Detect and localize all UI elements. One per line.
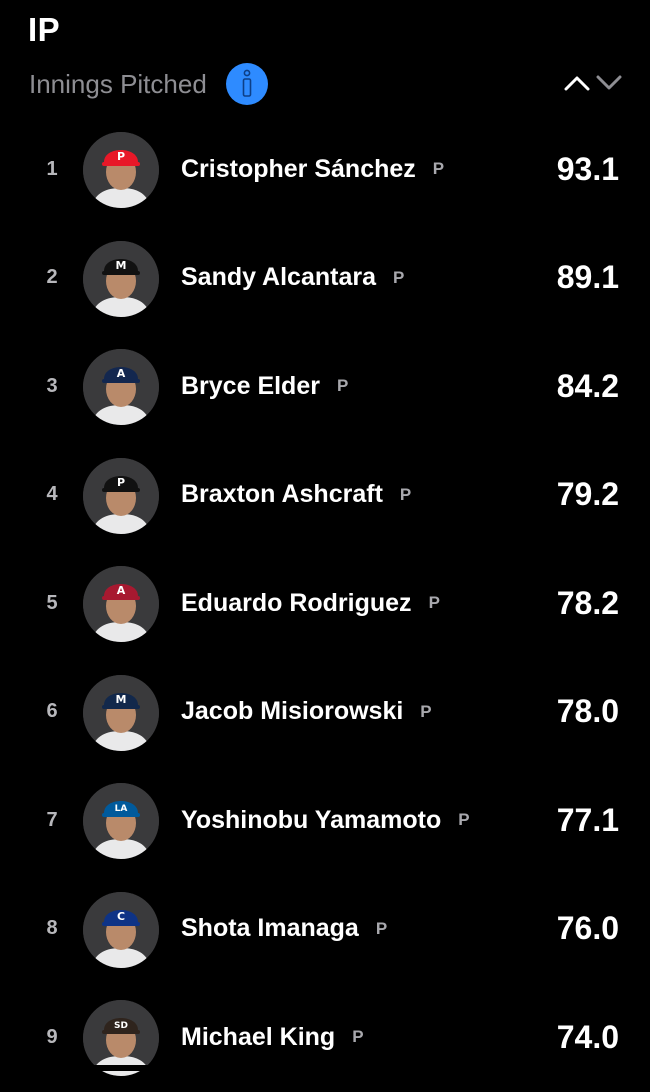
player-position: P bbox=[428, 593, 440, 612]
stat-value: 78.0 bbox=[556, 693, 619, 729]
player-position: P bbox=[420, 701, 432, 721]
player-rank: 3 bbox=[46, 374, 58, 397]
svg-text:A: A bbox=[117, 367, 126, 380]
stat-value: 79.2 bbox=[556, 476, 619, 512]
player-row[interactable]: 5 A Eduardo Rodriguez P 78.2 bbox=[0, 549, 650, 658]
player-rank: 7 bbox=[46, 808, 58, 831]
svg-text:P: P bbox=[117, 150, 125, 163]
player-rank: 2 bbox=[46, 266, 58, 288]
info-button[interactable] bbox=[225, 63, 268, 105]
player-name[interactable]: Eduardo Rodriguez bbox=[181, 589, 412, 618]
player-info: Sandy Alcantara P bbox=[181, 224, 404, 332]
player-row[interactable]: 6 M Jacob Misiorowski P 78.0 bbox=[0, 658, 650, 767]
subtitle-row: Innings Pitched bbox=[29, 62, 268, 106]
player-rank: 6 bbox=[46, 700, 58, 722]
player-headshot[interactable]: M bbox=[83, 240, 159, 317]
player-row[interactable]: 8 C Shota Imanaga P 76.0 bbox=[0, 875, 650, 984]
svg-text:A: A bbox=[117, 584, 126, 597]
stat-title: IP bbox=[28, 11, 61, 48]
player-row[interactable]: 9 SD Michael King P 74.0 bbox=[0, 983, 650, 1092]
player-headshot[interactable]: A bbox=[83, 349, 159, 425]
player-name[interactable]: Jacob Misiorowski bbox=[181, 697, 403, 726]
player-position: P bbox=[458, 810, 470, 829]
player-position: P bbox=[336, 376, 349, 395]
svg-text:P: P bbox=[117, 476, 125, 489]
stat-subtitle: Innings Pitched bbox=[29, 69, 207, 99]
player-name[interactable]: Shota Imanaga bbox=[181, 914, 359, 943]
player-info: Bryce Elder P bbox=[181, 332, 348, 440]
sort-toggle[interactable] bbox=[564, 68, 622, 98]
stat-value: 78.2 bbox=[556, 584, 619, 621]
svg-text:LA: LA bbox=[115, 804, 128, 814]
player-rank: 8 bbox=[46, 917, 58, 939]
player-info: Braxton Ashcraft P bbox=[181, 441, 411, 549]
player-headshot[interactable]: LA bbox=[83, 783, 159, 859]
player-row[interactable]: 4 P Braxton Ashcraft P 79.2 bbox=[0, 441, 650, 550]
player-row[interactable]: 1 P Cristopher Sánchez P 93.1 bbox=[0, 115, 650, 224]
player-name[interactable]: Braxton Ashcraft bbox=[181, 480, 383, 509]
info-icon bbox=[242, 69, 252, 97]
player-row[interactable]: 3 A Bryce Elder P 84.2 bbox=[0, 332, 650, 441]
stat-value: 77.1 bbox=[556, 801, 619, 838]
player-rank: 4 bbox=[46, 483, 58, 505]
chevron-down-icon[interactable] bbox=[596, 75, 622, 91]
player-name[interactable]: Bryce Elder bbox=[181, 372, 320, 401]
player-rank: 1 bbox=[46, 157, 58, 180]
player-row[interactable]: 7 LA Yoshinobu Yamamoto P 77.1 bbox=[0, 766, 650, 875]
player-name[interactable]: Michael King bbox=[181, 1023, 335, 1052]
player-position: P bbox=[399, 484, 412, 504]
player-info: Shota Imanaga P bbox=[181, 875, 387, 983]
player-rank: 5 bbox=[46, 591, 58, 614]
player-info: Eduardo Rodriguez P bbox=[181, 549, 440, 657]
player-headshot[interactable]: P bbox=[83, 132, 159, 208]
stat-value: 74.0 bbox=[556, 1018, 619, 1055]
leaderboard-list: 1 P Cristopher Sánchez P 93.1 2 M Sandy Alcanta… bbox=[0, 115, 650, 1092]
player-headshot[interactable]: M bbox=[83, 674, 159, 751]
svg-text:M: M bbox=[116, 693, 127, 706]
player-name[interactable]: Sandy Alcantara bbox=[181, 263, 376, 292]
player-position: P bbox=[375, 918, 388, 938]
stat-value: 89.1 bbox=[556, 259, 619, 295]
player-headshot[interactable]: P bbox=[83, 457, 159, 534]
player-headshot[interactable]: A bbox=[83, 566, 159, 642]
stat-value: 76.0 bbox=[556, 910, 619, 946]
player-info: Cristopher Sánchez P bbox=[181, 115, 444, 223]
player-position: P bbox=[432, 159, 445, 178]
chevron-up-icon[interactable] bbox=[564, 75, 590, 91]
player-position: P bbox=[352, 1027, 364, 1046]
player-info: Michael King P bbox=[181, 983, 364, 1091]
player-info: Yoshinobu Yamamoto P bbox=[181, 766, 470, 874]
player-headshot[interactable]: C bbox=[83, 891, 159, 968]
svg-text:SD: SD bbox=[114, 1021, 128, 1031]
bottom-edge bbox=[0, 1065, 650, 1071]
stat-value: 93.1 bbox=[556, 150, 619, 187]
player-row[interactable]: 2 M Sandy Alcantara P 89.1 bbox=[0, 224, 650, 333]
player-name[interactable]: Cristopher Sánchez bbox=[181, 155, 416, 184]
player-position: P bbox=[392, 267, 405, 287]
player-name[interactable]: Yoshinobu Yamamoto bbox=[181, 806, 441, 835]
stat-value: 84.2 bbox=[556, 367, 619, 404]
player-info: Jacob Misiorowski P bbox=[181, 658, 432, 766]
svg-text:C: C bbox=[117, 910, 125, 923]
svg-text:M: M bbox=[116, 259, 127, 272]
player-rank: 9 bbox=[46, 1025, 58, 1048]
